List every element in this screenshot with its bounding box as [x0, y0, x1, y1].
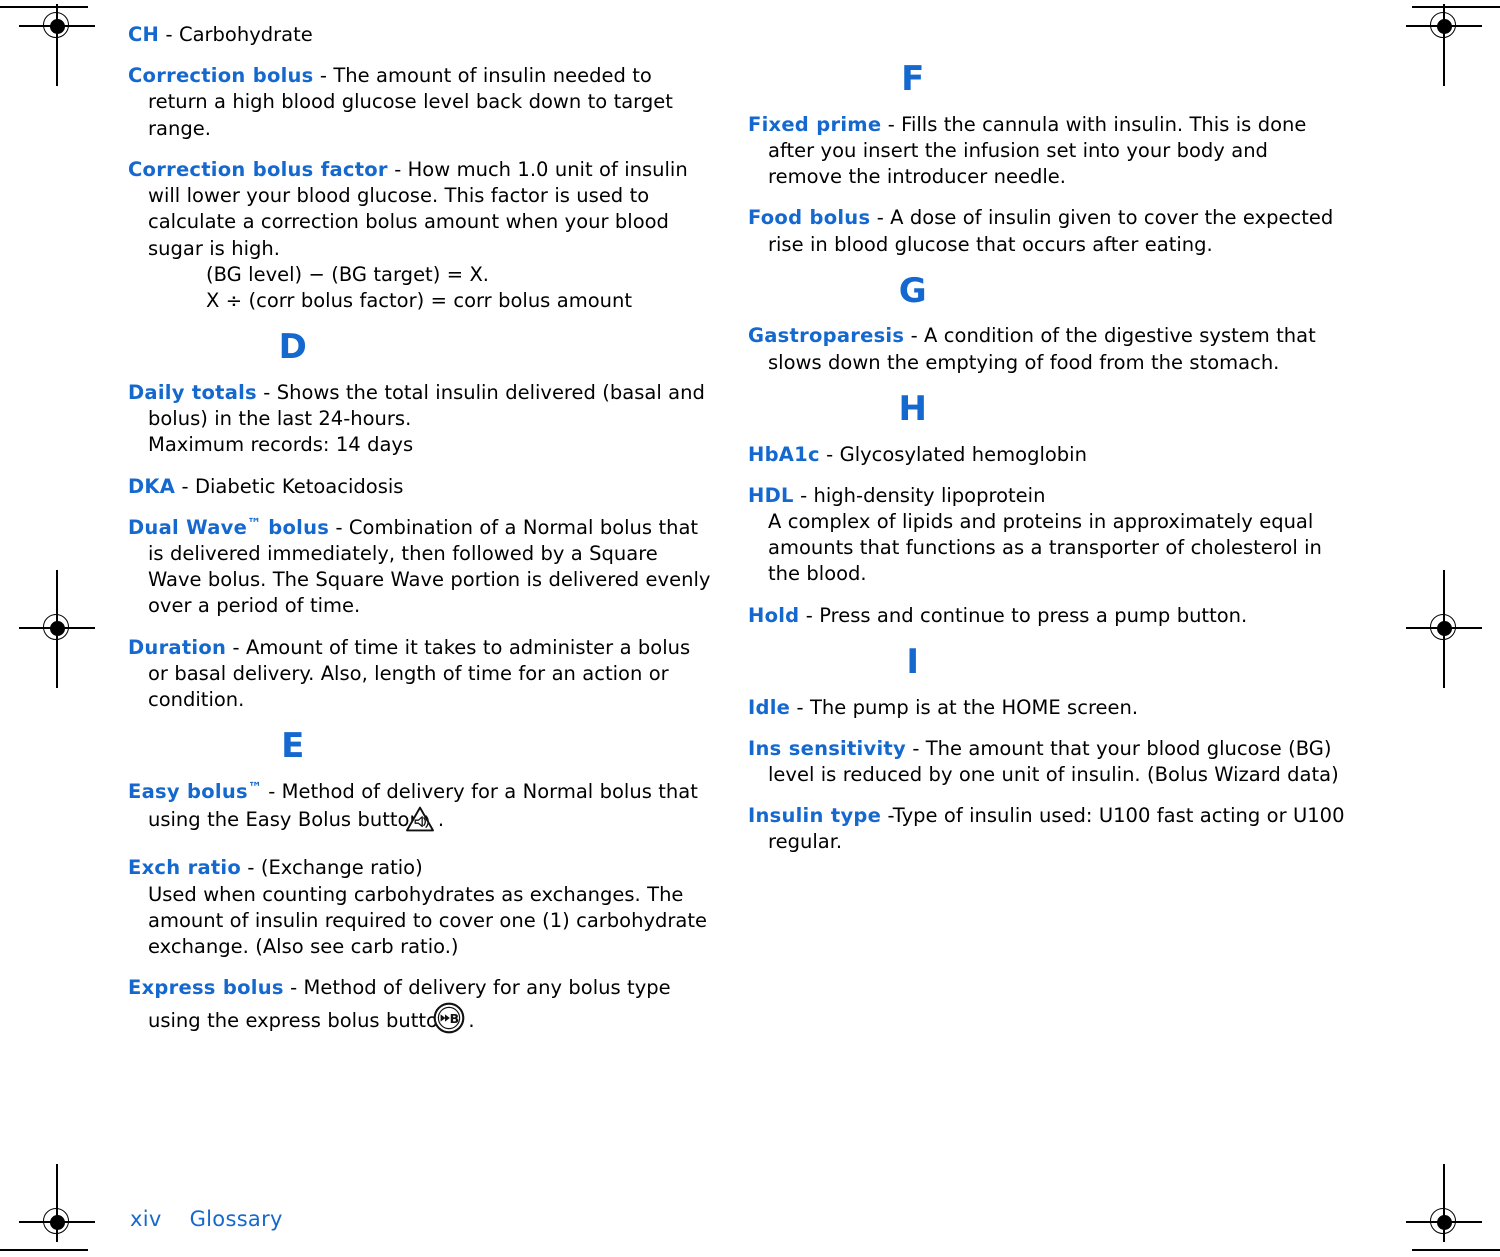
left-column: CH - Carbohydrate Correction bolus - The… — [128, 22, 714, 1056]
letter-heading-f: F — [901, 59, 925, 99]
definition-duration: - Amount of time it takes to administer … — [148, 635, 691, 712]
term-easy-bolus: Easy bolus — [128, 779, 248, 803]
glossary-entry-duration: Duration - Amount of time it takes to ad… — [128, 635, 714, 714]
glossary-entry-idle: Idle - The pump is at the HOME screen. — [748, 695, 1348, 721]
trademark-symbol: ™ — [247, 515, 262, 532]
right-column: F Fixed prime - Fills the cannula with i… — [748, 22, 1348, 871]
letter-heading-g: G — [898, 270, 928, 311]
term-ch: CH — [128, 23, 160, 46]
term-idle: Idle — [748, 695, 791, 719]
glossary-entry-hold: Hold - Press and continue to press a pum… — [748, 603, 1348, 629]
footer-section-title: Glossary — [189, 1207, 283, 1231]
term-exch-ratio: Exch ratio — [128, 856, 242, 880]
glossary-entry-easy-bolus: Easy bolus™ - Method of delivery for a N… — [128, 779, 714, 840]
formula-line-2: X ÷ (corr bolus factor) = corr bolus amo… — [206, 288, 632, 312]
footer-page-number: xiv — [130, 1207, 162, 1231]
glossary-page: CH - Carbohydrate Correction bolus - The… — [0, 0, 1500, 1257]
term-insulin-type: Insulin type — [748, 804, 882, 828]
term-gastroparesis: Gastroparesis — [748, 324, 905, 348]
glossary-entry-exch-ratio: Exch ratio - (Exchange ratio) Used when c… — [128, 855, 714, 960]
easy-bolus-button-icon — [405, 805, 435, 840]
glossary-entry-food-bolus: Food bolus - A dose of insulin given to … — [748, 205, 1348, 257]
page-footer: xiv Glossary — [130, 1207, 283, 1231]
glossary-entry-daily-totals: Daily totals - Shows the total insulin d… — [128, 380, 714, 459]
term-ins-sensitivity: Ins sensitivity — [748, 736, 906, 760]
glossary-entry-hba1c: HbA1c - Glycosylated hemoglobin — [748, 442, 1348, 468]
term-hdl: HDL — [748, 483, 794, 507]
glossary-entry-hdl: HDL - high-density lipoprotein A complex … — [748, 483, 1348, 588]
definition-hba1c: - Glycosylated hemoglobin — [819, 442, 1087, 466]
subline-exch-ratio: Used when counting carbohydrates as exch… — [148, 882, 707, 959]
subline-daily-totals: Maximum records: 14 days — [148, 433, 414, 457]
letter-heading-h: H — [898, 388, 928, 429]
term-fixed-prime: Fixed prime — [748, 112, 882, 136]
term-daily-totals: Daily totals — [128, 380, 257, 404]
glossary-entry-insulin-type: Insulin type -Type of insulin used: U100… — [748, 803, 1348, 855]
definition-express-bolus-part2: . — [468, 1008, 475, 1032]
definition-ch: - Carbohydrate — [159, 23, 313, 46]
glossary-entry-ins-sensitivity: Ins sensitivity - The amount that your b… — [748, 736, 1348, 788]
term-correction-bolus-factor: Correction bolus factor — [128, 157, 388, 181]
definition-dka: - Diabetic Ketoacidosis — [175, 474, 404, 498]
letter-heading-e: E — [281, 726, 305, 767]
term-express-bolus: Express bolus — [128, 976, 284, 1000]
letter-heading-i: I — [906, 641, 920, 682]
express-bolus-button-icon: B — [433, 1002, 465, 1041]
definition-hdl: - high-density lipoprotein — [793, 483, 1046, 507]
glossary-entry-correction-bolus-factor: Correction bolus factor - How much 1.0 u… — [128, 157, 714, 314]
glossary-entry-express-bolus: Express bolus - Method of delivery for a… — [128, 975, 714, 1040]
term-dka: DKA — [128, 474, 176, 498]
term-dual-wave: Dual Wave — [128, 515, 248, 539]
svg-text:B: B — [450, 1011, 460, 1026]
formula-line-1: (BG level) − (BG target) = X. — [206, 262, 490, 286]
definition-idle: - The pump is at the HOME screen. — [790, 695, 1139, 719]
glossary-entry-dka: DKA - Diabetic Ketoacidosis — [128, 474, 714, 500]
term-dual-wave-tail: bolus — [261, 515, 330, 539]
term-food-bolus: Food bolus — [748, 206, 871, 230]
glossary-entry-fixed-prime: Fixed prime - Fills the cannula with ins… — [748, 112, 1348, 191]
glossary-entry-dual-wave-bolus: Dual Wave™ bolus - Combination of a Norm… — [128, 515, 714, 620]
definition-easy-bolus-part2: . — [437, 808, 445, 832]
trademark-symbol: ™ — [247, 780, 262, 797]
letter-heading-d: D — [278, 327, 308, 368]
term-duration: Duration — [128, 635, 227, 659]
glossary-entry-correction-bolus: Correction bolus - The amount of insulin… — [128, 63, 714, 142]
subline-hdl: A complex of lipids and proteins in appr… — [768, 510, 1322, 586]
definition-hold: - Press and continue to press a pump but… — [799, 603, 1248, 627]
term-hold: Hold — [748, 603, 800, 627]
definition-exch-ratio: - (Exchange ratio) — [241, 856, 423, 880]
glossary-entry-ch: CH - Carbohydrate — [128, 22, 714, 48]
glossary-entry-gastroparesis: Gastroparesis - A condition of the diges… — [748, 323, 1348, 375]
term-hba1c: HbA1c — [748, 442, 820, 466]
term-correction-bolus: Correction bolus — [128, 64, 314, 88]
